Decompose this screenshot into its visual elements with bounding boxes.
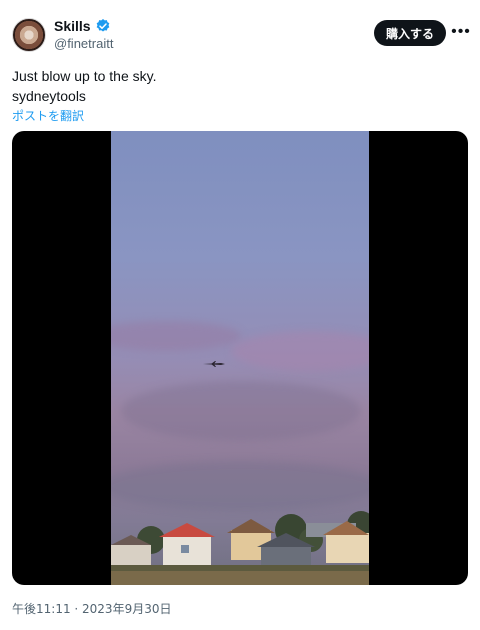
author-name-row: Skills: [54, 18, 111, 34]
tweet-text: Just blow up to the sky. sydneytools: [12, 66, 156, 106]
avatar[interactable]: [12, 18, 46, 52]
author-display-name[interactable]: Skills: [54, 18, 91, 34]
more-options-icon[interactable]: •••: [450, 22, 472, 42]
airplane-icon: [203, 361, 225, 367]
tweet-text-line: sydneytools: [12, 88, 86, 104]
village-scene: [111, 511, 369, 585]
video-frame[interactable]: [111, 131, 369, 585]
author-handle[interactable]: @finetraitt: [54, 36, 113, 51]
tweet-timestamp[interactable]: 午後11:11 · 2023年9月30日: [12, 600, 171, 617]
subscribe-button[interactable]: 購入する: [374, 20, 446, 46]
cloud: [121, 381, 361, 441]
cloud: [231, 331, 369, 371]
cloud: [111, 321, 241, 351]
verified-badge-icon: [96, 19, 109, 32]
video-player[interactable]: [12, 131, 468, 585]
translate-post-link[interactable]: ポストを翻訳: [12, 107, 84, 124]
tweet-text-line: Just blow up to the sky.: [12, 68, 157, 84]
